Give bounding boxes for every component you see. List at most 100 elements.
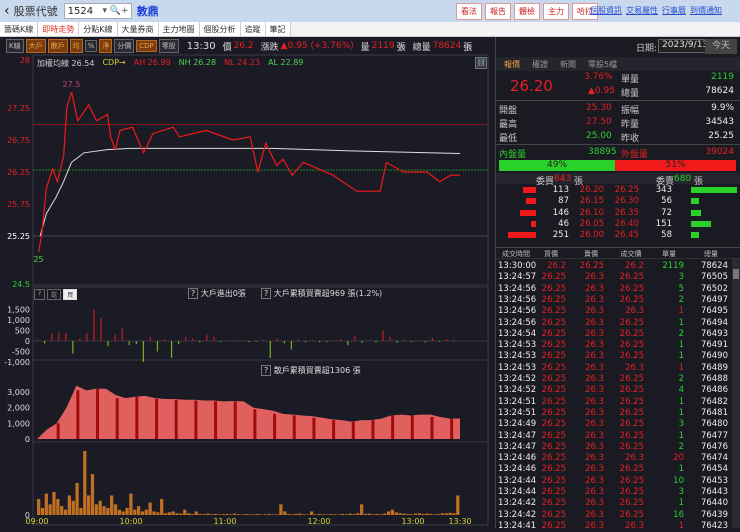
- volume-bar: [52, 492, 55, 515]
- volume-bar: [152, 511, 155, 515]
- percent-toggle[interactable]: %: [85, 40, 98, 52]
- legend-al: AL 22.89: [268, 58, 303, 69]
- retail-toggle[interactable]: 散戶: [48, 39, 68, 53]
- ask-volume: 56: [644, 196, 672, 206]
- report-button[interactable]: 報告: [485, 3, 511, 20]
- x-tick-label: 12:00: [307, 517, 330, 526]
- ask-price[interactable]: 26.35: [609, 208, 639, 218]
- ask-price[interactable]: 26.30: [609, 196, 639, 206]
- stock-info-link[interactable]: 個股資訊: [590, 5, 622, 16]
- avg-toggle[interactable]: 均: [70, 39, 83, 53]
- sub-tab-period[interactable]: 訖: [47, 289, 61, 300]
- scrollbar-thumb[interactable]: [733, 269, 739, 279]
- volume-bar: [233, 514, 236, 515]
- trade-column-header[interactable]: 單量: [654, 249, 684, 259]
- bid-price[interactable]: 26.15: [574, 196, 604, 206]
- cdp-toggle[interactable]: CDP: [136, 40, 157, 52]
- trade-ask: 26.3: [574, 476, 604, 486]
- tab-warrant[interactable]: 權證: [532, 59, 548, 70]
- trade-column-header[interactable]: 賣價: [576, 249, 606, 259]
- big-holder-bar: [270, 341, 271, 358]
- stock-code-value: 1524: [68, 6, 93, 17]
- help-icon[interactable]: ?: [261, 288, 271, 299]
- legend-avg: 加權均線 26.54: [37, 58, 94, 69]
- stock-name-link[interactable]: 敦鼎: [137, 3, 159, 19]
- net-toggle[interactable]: 淨: [99, 39, 112, 53]
- trade-total: 76486: [694, 385, 728, 395]
- trade-row: 13:24:46 26.25 26.3 26.25 1 76454: [496, 464, 734, 475]
- ask-price[interactable]: 26.40: [609, 219, 639, 229]
- bid-volume: 113: [541, 185, 569, 195]
- tab-track[interactable]: 追蹤: [241, 22, 266, 36]
- back-icon[interactable]: ‹: [4, 3, 10, 19]
- tab-realtime[interactable]: 即時走勢: [38, 22, 79, 36]
- big-holder-toggle[interactable]: 大戶: [26, 39, 46, 53]
- volume-bar: [99, 501, 102, 515]
- volume-bar: [75, 483, 78, 515]
- trade-ask: 26.25: [574, 261, 604, 271]
- tab-broker-kline[interactable]: 分點K線: [79, 22, 117, 36]
- volume-bar: [414, 514, 417, 515]
- prev-close-value: 25.25: [708, 131, 734, 141]
- ask-price[interactable]: 26.25: [609, 185, 639, 195]
- y-tick-label: 26.75: [7, 136, 30, 145]
- trade-time: 13:24:49: [498, 419, 536, 429]
- tab-notes[interactable]: 筆記: [266, 22, 291, 36]
- trade-attr-link[interactable]: 交易屬性: [626, 5, 658, 16]
- sub-tab-buy[interactable]: 買: [63, 289, 77, 300]
- big-holder-y-tick: 1,000: [7, 316, 30, 325]
- search-icon[interactable]: ▾ 🔍+: [102, 6, 130, 16]
- tab-big-broker[interactable]: 大量券商: [118, 22, 159, 36]
- tab-stock-analysis[interactable]: 個股分析: [200, 22, 241, 36]
- sub-tab-help[interactable]: ?: [34, 289, 45, 300]
- bid-price[interactable]: 26.05: [574, 219, 604, 229]
- stock-code-input[interactable]: 1524 ▾ 🔍+: [64, 3, 132, 19]
- trade-price: 26.25: [614, 374, 644, 384]
- main-force-button[interactable]: 主力: [543, 3, 569, 20]
- big-holder-bar: [361, 341, 362, 343]
- big-holder-y-tick: -500: [12, 348, 30, 357]
- checkup-button[interactable]: 體檢: [514, 3, 540, 20]
- help-icon[interactable]: ?: [261, 365, 271, 376]
- trade-volume: 1: [656, 521, 684, 531]
- tab-main-force-map[interactable]: 主力地圖: [159, 22, 200, 36]
- link-icon[interactable]: ⛓: [475, 57, 487, 69]
- volume-bar: [325, 514, 328, 515]
- volume-bar: [106, 508, 109, 515]
- price-dist-toggle[interactable]: 分價: [114, 39, 134, 53]
- trade-column-header[interactable]: 總量: [694, 249, 728, 259]
- trade-ask: 26.3: [574, 487, 604, 497]
- odd-lot-toggle[interactable]: 零股: [159, 39, 179, 53]
- trade-column-header[interactable]: 成交時間: [498, 249, 534, 259]
- volume-bar: [87, 495, 90, 515]
- trade-ask: 26.3: [574, 363, 604, 373]
- bid-volume-bar: [526, 198, 536, 204]
- tab-news[interactable]: 新聞: [560, 59, 576, 70]
- trade-total: 76497: [694, 295, 728, 305]
- volume-bar: [125, 508, 128, 515]
- tab-odd-lot[interactable]: 零股5檔: [588, 59, 617, 70]
- price-alert-link[interactable]: 到價通知: [690, 5, 722, 16]
- ask-price[interactable]: 26.45: [609, 230, 639, 240]
- trade-time: 13:24:41: [498, 521, 536, 531]
- bid-price[interactable]: 26.20: [574, 185, 604, 195]
- bid-price[interactable]: 26.00: [574, 230, 604, 240]
- calendar-link[interactable]: 行事曆: [662, 5, 686, 16]
- view-button[interactable]: 看法: [456, 3, 482, 20]
- trade-row: 13:24:42 26.25 26.3 26.25 16 76439: [496, 510, 734, 521]
- ask-volume-bar: [691, 221, 711, 227]
- trade-column-header[interactable]: 買價: [536, 249, 566, 259]
- tab-quote[interactable]: 報價: [504, 59, 520, 70]
- trade-total: 76443: [694, 487, 728, 497]
- trade-scrollbar[interactable]: [732, 259, 740, 528]
- trade-time: 13:24:56: [498, 284, 536, 294]
- bid-price[interactable]: 26.10: [574, 208, 604, 218]
- tab-chip-kline[interactable]: 籌碼K線: [0, 22, 38, 36]
- today-button[interactable]: 今天: [705, 39, 737, 54]
- help-icon[interactable]: ?: [188, 288, 198, 299]
- trade-column-header[interactable]: 成交價: [616, 249, 646, 259]
- change-label: 漲跌: [261, 40, 279, 53]
- high-value: 27.50: [586, 117, 612, 127]
- order-book-row: 46 26.05 26.40 151: [496, 219, 734, 230]
- kline-toggle[interactable]: K線: [6, 39, 24, 53]
